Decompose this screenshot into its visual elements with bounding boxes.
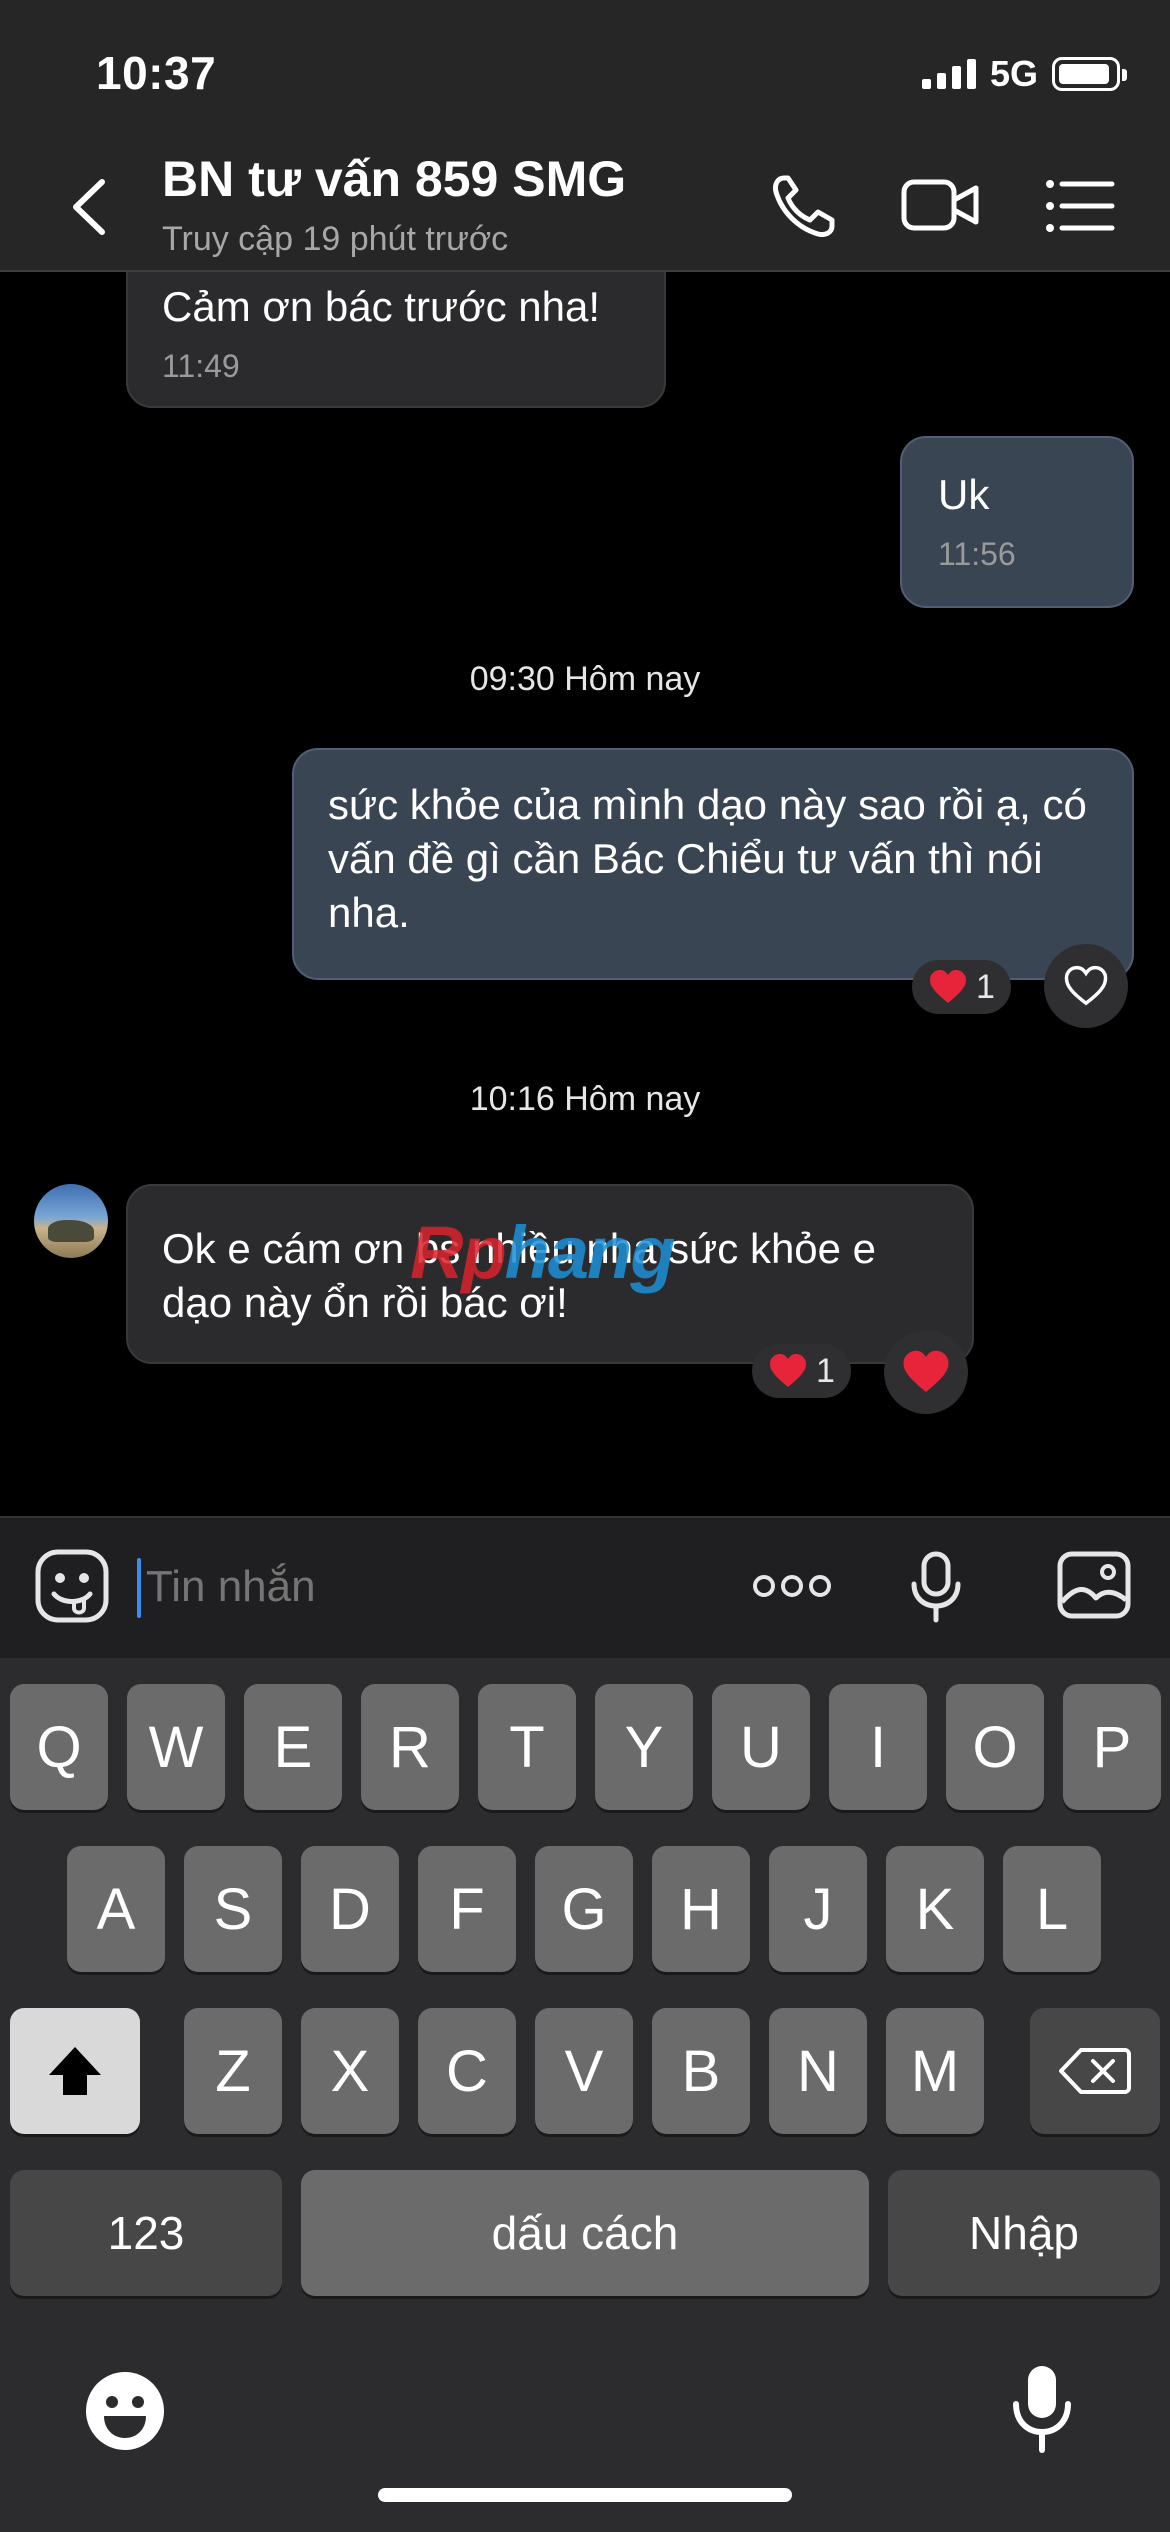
message-text: Cảm ơn bác trước nha!: [162, 283, 601, 330]
sticker-face-icon: [35, 1549, 109, 1623]
return-key[interactable]: Nhập: [888, 2170, 1160, 2296]
text-cursor: [137, 1558, 141, 1618]
key-q[interactable]: Q: [10, 1684, 108, 1810]
shift-key[interactable]: [10, 2008, 140, 2134]
reaction-count: 1: [976, 967, 995, 1006]
key-l[interactable]: L: [1003, 1846, 1101, 1972]
backspace-key[interactable]: [1030, 2008, 1160, 2134]
key-g[interactable]: G: [535, 1846, 633, 1972]
message-time: 11:56: [938, 536, 1016, 572]
avatar[interactable]: [34, 1184, 108, 1258]
reaction-count: 1: [816, 1351, 835, 1390]
message-input[interactable]: [146, 1562, 706, 1612]
key-w[interactable]: W: [127, 1684, 225, 1810]
onscreen-keyboard: Q W E R T Y U I O P A S D F G H J K L Z …: [0, 1658, 1170, 2532]
key-t[interactable]: T: [478, 1684, 576, 1810]
battery-icon: [1052, 57, 1127, 91]
message-bubble-incoming[interactable]: Cảm ơn bác trước nha! 11:49: [126, 272, 666, 408]
sticker-button[interactable]: [34, 1548, 110, 1629]
network-label: 5G: [989, 53, 1038, 94]
more-options-button[interactable]: [750, 1566, 834, 1611]
key-h[interactable]: H: [652, 1846, 750, 1972]
key-y[interactable]: Y: [595, 1684, 693, 1810]
key-z[interactable]: Z: [184, 2008, 282, 2134]
status-icons: 5G: [921, 52, 1127, 96]
key-v[interactable]: V: [535, 2008, 633, 2134]
back-button[interactable]: [60, 172, 120, 242]
photo-button[interactable]: [1056, 1550, 1132, 1625]
conversation-title[interactable]: BN tư vấn 859 SMG: [162, 150, 626, 208]
space-key[interactable]: dấu cách: [301, 2170, 869, 2296]
key-u[interactable]: U: [712, 1684, 810, 1810]
chevron-left-icon: [73, 179, 105, 235]
options-menu-button[interactable]: [1040, 170, 1120, 242]
reaction-summary[interactable]: 1: [752, 1344, 851, 1398]
more-dots-icon: [753, 1575, 831, 1597]
key-a[interactable]: A: [67, 1846, 165, 1972]
microphone-icon: [1013, 2366, 1071, 2453]
key-e[interactable]: E: [244, 1684, 342, 1810]
message-bubble-outgoing[interactable]: Uk 11:56: [900, 436, 1134, 608]
microphone-icon: [911, 1551, 961, 1623]
phone-icon: [773, 175, 835, 237]
menu-list-icon: [1046, 180, 1115, 232]
heart-icon: [903, 1350, 949, 1392]
message-text: sức khỏe của mình dạo này sao rồi ạ, có …: [328, 781, 1087, 936]
key-o[interactable]: O: [946, 1684, 1044, 1810]
message-list[interactable]: Cảm ơn bác trước nha! 11:49 Uk 11:56 09:…: [0, 272, 1170, 1516]
key-f[interactable]: F: [418, 1846, 516, 1972]
image-gallery-icon: [1057, 1551, 1131, 1619]
video-call-button[interactable]: [900, 170, 980, 242]
react-button[interactable]: [884, 1330, 968, 1414]
key-m[interactable]: M: [886, 2008, 984, 2134]
key-r[interactable]: R: [361, 1684, 459, 1810]
emoji-keyboard-button[interactable]: [84, 2370, 166, 2457]
key-p[interactable]: P: [1063, 1684, 1161, 1810]
status-time: 10:37: [96, 47, 217, 99]
reaction-summary[interactable]: 1: [912, 960, 1011, 1014]
video-camera-icon: [901, 179, 979, 231]
key-b[interactable]: B: [652, 2008, 750, 2134]
key-c[interactable]: C: [418, 2008, 516, 2134]
date-separator: 09:30 Hôm nay: [469, 660, 701, 698]
backspace-icon: [1059, 2048, 1131, 2094]
heart-icon: [770, 1354, 806, 1387]
key-d[interactable]: D: [301, 1846, 399, 1972]
voice-message-button[interactable]: [906, 1550, 966, 1629]
message-time: 11:49: [162, 348, 240, 384]
signal-icon: [921, 59, 976, 89]
chat-header: 10:37 5G BN tư vấn 859 SMG Truy cập 19 p…: [0, 0, 1170, 272]
key-k[interactable]: K: [886, 1846, 984, 1972]
key-i[interactable]: I: [829, 1684, 927, 1810]
react-button[interactable]: [1044, 944, 1128, 1028]
message-text: Uk: [938, 471, 990, 518]
last-seen-status: Truy cập 19 phút trước: [162, 220, 509, 258]
home-indicator[interactable]: [378, 2488, 792, 2502]
emoji-icon: [86, 2372, 164, 2450]
date-separator: 10:16 Hôm nay: [469, 1080, 701, 1118]
numbers-key[interactable]: 123: [10, 2170, 282, 2296]
key-x[interactable]: X: [301, 2008, 399, 2134]
shift-arrow-icon: [49, 2047, 101, 2095]
key-s[interactable]: S: [184, 1846, 282, 1972]
key-j[interactable]: J: [769, 1846, 867, 1972]
watermark-logo: Rphang: [410, 1211, 675, 1294]
message-bubble-outgoing[interactable]: sức khỏe của mình dạo này sao rồi ạ, có …: [292, 748, 1134, 980]
dictation-button[interactable]: [1010, 2364, 1074, 2459]
key-n[interactable]: N: [769, 2008, 867, 2134]
heart-icon: [930, 970, 966, 1003]
call-button[interactable]: [764, 170, 844, 242]
heart-outline-icon: [1064, 965, 1108, 1006]
